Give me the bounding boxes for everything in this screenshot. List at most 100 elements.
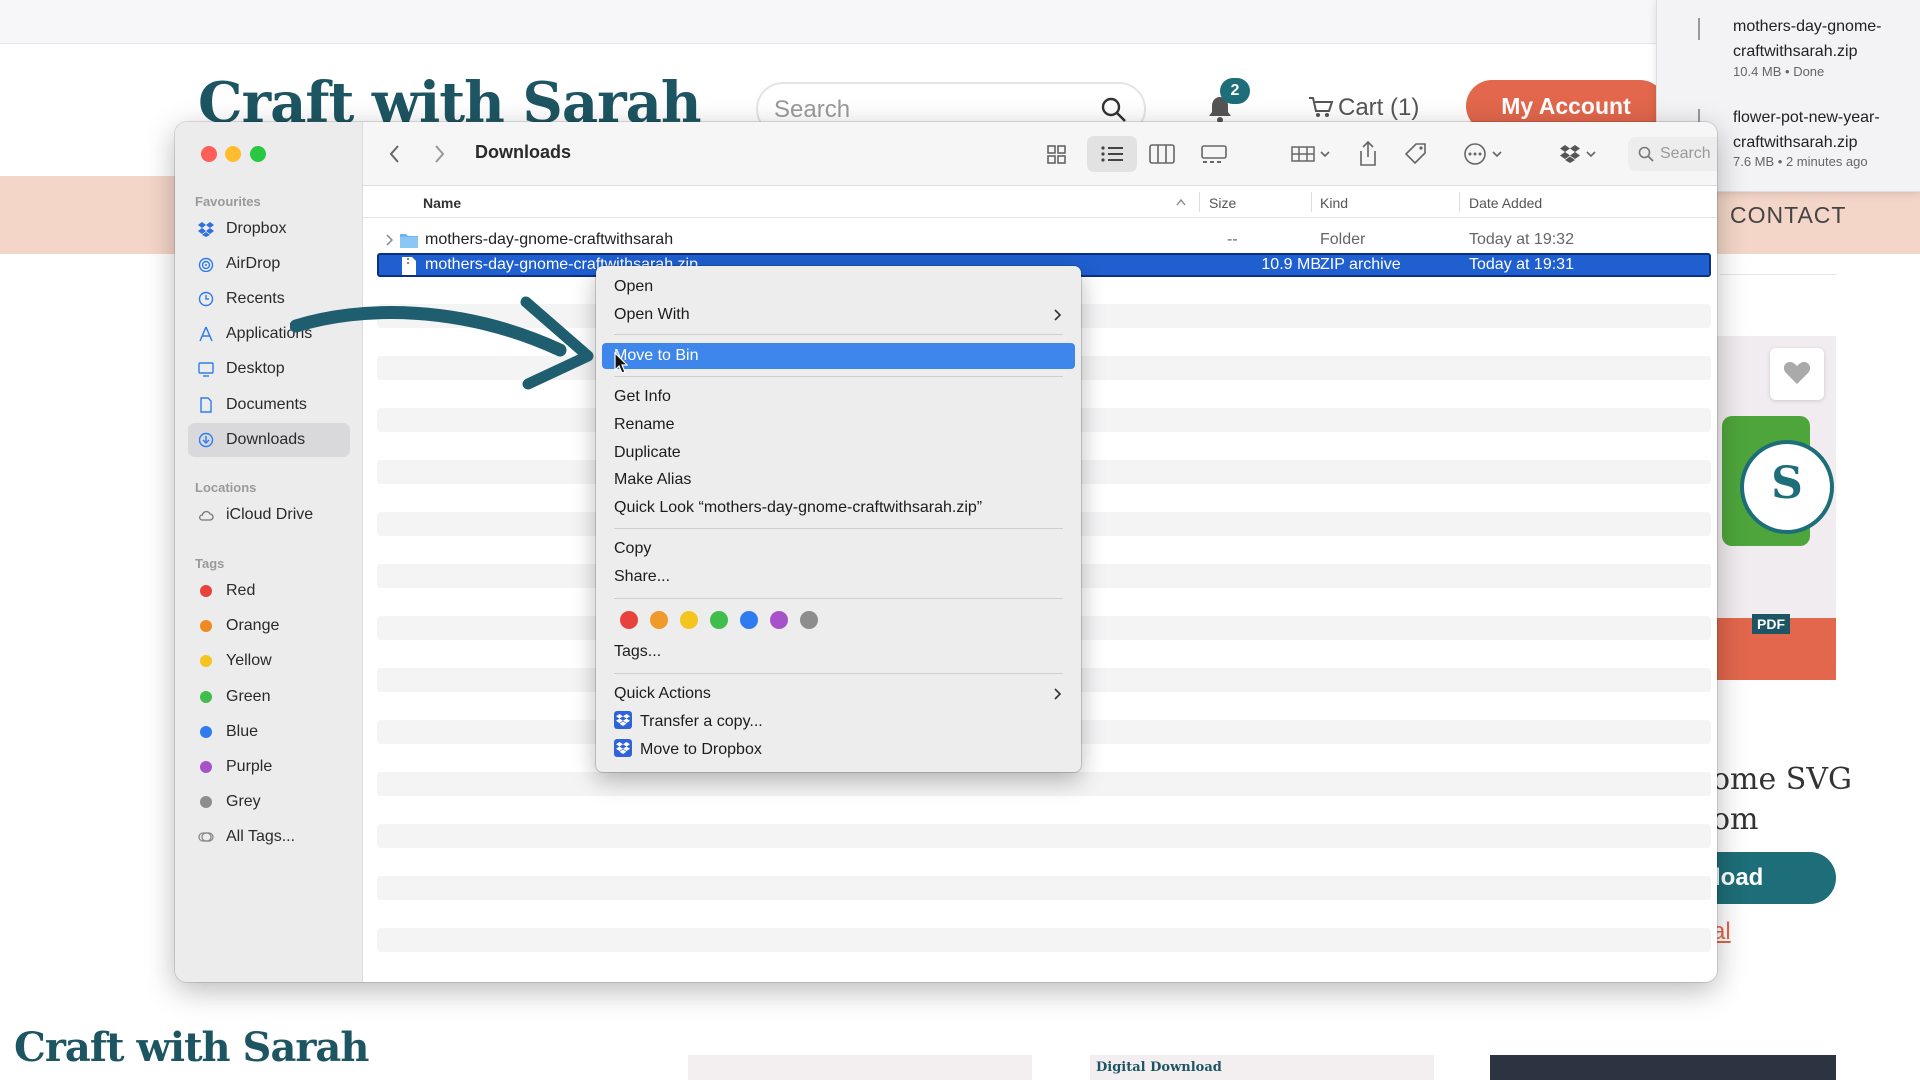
sidebar-all-tags[interactable]: All Tags... (188, 820, 350, 854)
locations-heading: Locations (195, 480, 257, 495)
finder-search-field[interactable]: Search (1628, 137, 1717, 171)
tag-yellow-swatch[interactable] (680, 611, 698, 629)
minimize-window-button[interactable] (225, 146, 241, 162)
menu-item-tags[interactable]: Tags... (602, 639, 1075, 665)
cart-label: Cart (1) (1338, 94, 1420, 121)
favourites-heading: Favourites (195, 194, 261, 209)
menu-item-make-alias[interactable]: Make Alias (602, 467, 1075, 493)
menu-item-open-with[interactable]: Open With (602, 302, 1075, 328)
sidebar-item-label: Blue (226, 723, 259, 740)
product-thumbnail[interactable] (1490, 1055, 1836, 1080)
notification-badge: 2 (1220, 78, 1250, 104)
sidebar-item-downloads[interactable]: Downloads (188, 423, 350, 457)
sidebar-item-label: Yellow (226, 652, 272, 669)
menu-item-copy[interactable]: Copy (602, 536, 1075, 562)
tag-red-swatch[interactable] (620, 611, 638, 629)
search-placeholder: Search (1660, 145, 1711, 162)
sidebar-item-icloud-drive[interactable]: iCloud Drive (188, 498, 350, 532)
folder-icon (400, 234, 418, 248)
tag-dot-icon (200, 691, 212, 703)
column-divider[interactable] (1311, 192, 1312, 212)
tag-orange-swatch[interactable] (650, 611, 668, 629)
sidebar-item-airdrop[interactable]: AirDrop (188, 247, 350, 281)
menu-separator (614, 334, 1063, 335)
tag-blue-swatch[interactable] (740, 611, 758, 629)
menu-item-move-to-dropbox[interactable]: Move to Dropbox (602, 737, 1075, 763)
sidebar-tag-green[interactable]: Green (188, 680, 350, 714)
tag-dot-icon (200, 726, 212, 738)
menu-item-duplicate[interactable]: Duplicate (602, 440, 1075, 466)
cloud-icon (199, 510, 214, 521)
tags-heading: Tags (195, 556, 225, 571)
column-header-size[interactable]: Size (1209, 195, 1236, 211)
file-kind: ZIP archive (1320, 256, 1401, 273)
tag-icon[interactable] (1403, 140, 1429, 168)
table-row[interactable]: mothers-day-gnome-craftwithsarah -- Fold… (377, 228, 1711, 252)
back-icon[interactable] (387, 140, 403, 168)
column-header-kind[interactable]: Kind (1320, 195, 1348, 211)
menu-item-open[interactable]: Open (602, 274, 1075, 300)
sort-ascending-icon[interactable] (1175, 197, 1187, 207)
sidebar-tag-grey[interactable]: Grey (188, 785, 350, 819)
search-icon[interactable] (1100, 96, 1128, 124)
clock-icon (198, 291, 214, 307)
menu-item-label: Move to Dropbox (640, 741, 762, 758)
column-view-icon[interactable] (1149, 140, 1175, 168)
nav-contact-link[interactable]: CONTACT (1730, 202, 1846, 229)
download-filename: flower-pot-new-year-craftwithsarah.zip (1733, 109, 1880, 151)
sidebar-item-dropbox[interactable]: Dropbox (188, 212, 350, 246)
column-header-name[interactable]: Name (423, 195, 461, 211)
sidebar-tag-blue[interactable]: Blue (188, 715, 350, 749)
sidebar-item-label: iCloud Drive (226, 506, 314, 523)
close-window-button[interactable] (201, 146, 217, 162)
disclosure-chevron-icon[interactable] (385, 234, 393, 246)
icon-view-icon[interactable] (1046, 140, 1068, 168)
empty-row (377, 876, 1711, 900)
tag-green-swatch[interactable] (710, 611, 728, 629)
window-title: Downloads (475, 142, 572, 162)
column-divider[interactable] (1459, 192, 1460, 212)
column-divider[interactable] (1199, 192, 1200, 212)
forward-icon[interactable] (431, 140, 447, 168)
cart-link[interactable]: Cart (1) (1308, 94, 1419, 122)
menu-item-get-info[interactable]: Get Info (602, 384, 1075, 410)
product-title-line2: om (1712, 802, 1759, 837)
zoom-window-button[interactable] (250, 146, 266, 162)
sidebar-tag-red[interactable]: Red (188, 574, 350, 608)
wishlist-button[interactable] (1770, 348, 1824, 400)
share-icon[interactable] (1357, 140, 1379, 168)
product-title-line1: ome SVG (1712, 762, 1852, 797)
heart-icon (1783, 362, 1811, 384)
download-meta: 10.4 MB • Done (1733, 64, 1825, 79)
sidebar-tag-orange[interactable]: Orange (188, 609, 350, 643)
tag-dot-icon (200, 761, 212, 773)
list-view-icon[interactable] (1100, 140, 1124, 168)
more-actions-icon[interactable] (1463, 140, 1507, 168)
menu-item-label: Transfer a copy... (640, 713, 763, 730)
product-thumbnail[interactable] (688, 1055, 1032, 1080)
sidebar-tag-yellow[interactable]: Yellow (188, 644, 350, 678)
column-header-date-added[interactable]: Date Added (1469, 195, 1542, 211)
tag-dot-icon (200, 585, 212, 597)
menu-item-quick-actions[interactable]: Quick Actions (602, 681, 1075, 707)
tag-dot-icon (200, 796, 212, 808)
menu-item-share[interactable]: Share... (602, 564, 1075, 590)
gallery-view-icon[interactable] (1201, 140, 1227, 168)
menu-separator (614, 673, 1063, 674)
menu-item-quick-look[interactable]: Quick Look “mothers-day-gnome-craftwiths… (602, 495, 1075, 521)
menu-item-transfer-copy[interactable]: Transfer a copy... (602, 709, 1075, 735)
group-by-icon[interactable] (1291, 140, 1333, 168)
dropbox-icon[interactable] (1559, 140, 1601, 168)
chevron-right-icon (1054, 688, 1061, 700)
sidebar-item-label: Purple (226, 758, 273, 775)
menu-item-move-to-bin[interactable]: Move to Bin (602, 343, 1075, 369)
sidebar-tag-purple[interactable]: Purple (188, 750, 350, 784)
menu-item-rename[interactable]: Rename (602, 412, 1075, 438)
product-title: ome SVG om (1712, 760, 1852, 840)
sidebar-item-label: Recents (226, 290, 285, 307)
tag-grey-swatch[interactable] (800, 611, 818, 629)
tag-purple-swatch[interactable] (770, 611, 788, 629)
sidebar-item-label: Downloads (226, 431, 306, 448)
airdrop-icon (198, 257, 214, 272)
sidebar-item-label: Grey (226, 793, 261, 810)
